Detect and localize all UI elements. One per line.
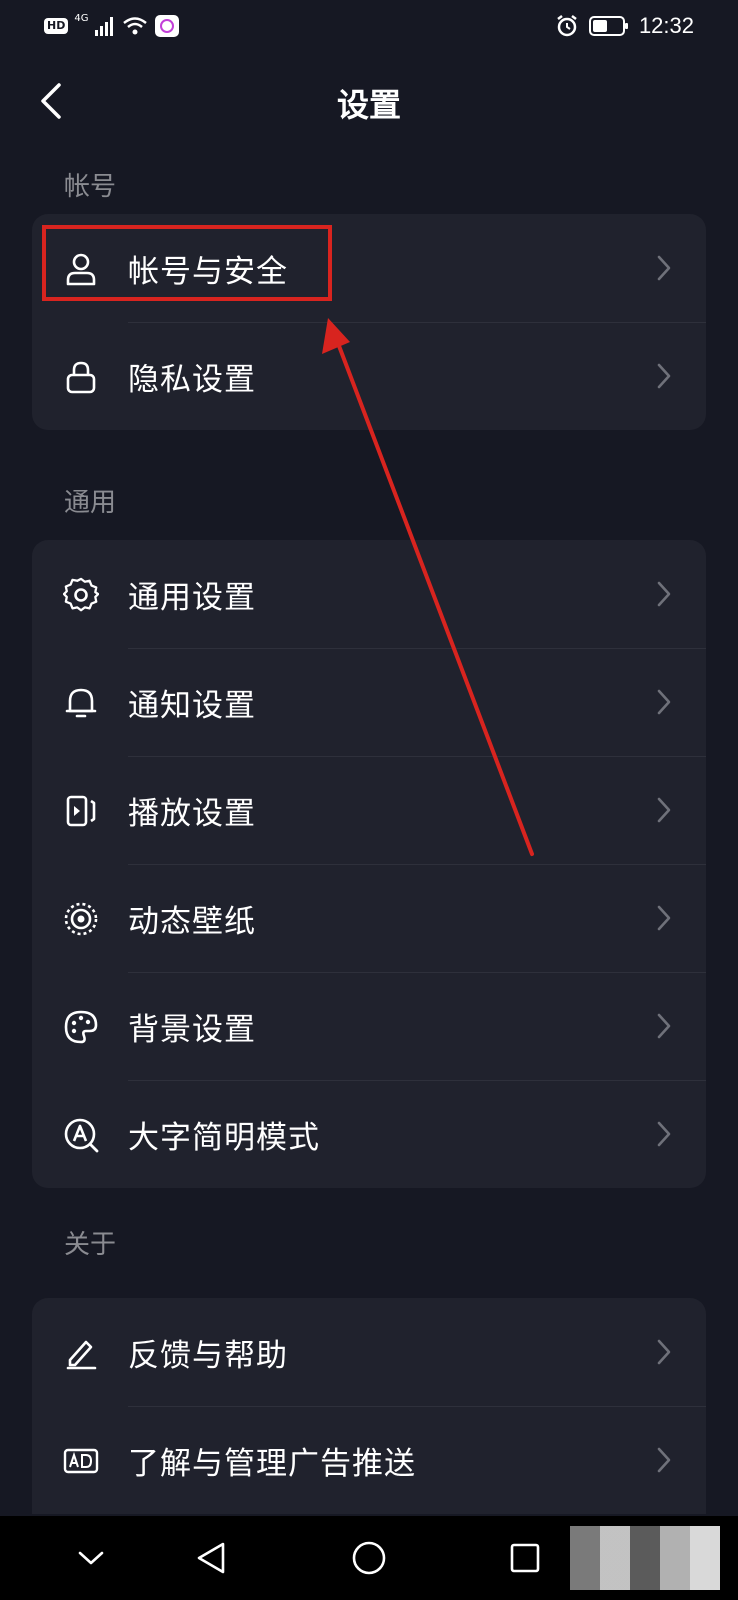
row-label: 动态壁纸 <box>128 903 256 940</box>
battery-icon <box>588 16 628 36</box>
square-recents-icon <box>510 1543 540 1573</box>
chevron-right-icon <box>657 905 671 931</box>
settings-row-live-wallpaper[interactable]: 动态壁纸 <box>32 864 706 972</box>
status-bar: HD 4G 12:32 <box>0 0 738 52</box>
settings-row-background[interactable]: 背景设置 <box>32 972 706 1080</box>
nav-back-button[interactable] <box>186 1536 236 1580</box>
palette-icon <box>62 1008 100 1046</box>
chevron-right-icon <box>657 1339 671 1365</box>
about-card: 反馈与帮助 了解与管理广告推送 <box>32 1298 706 1514</box>
settings-row-notifications[interactable]: 通知设置 <box>32 648 706 756</box>
circle-home-icon <box>352 1541 386 1575</box>
alarm-icon <box>557 15 577 37</box>
general-card: 通用设置 通知设置 播放设置 动态壁纸 背景设置 大字简明模式 <box>32 540 706 1188</box>
settings-row-account-security[interactable]: 帐号与安全 <box>32 214 706 322</box>
account-card: 帐号与安全 隐私设置 <box>32 214 706 430</box>
settings-row-privacy[interactable]: 隐私设置 <box>32 322 706 430</box>
settings-screen: HD 4G 12:32 设置 帐号 帐号与安全 隐私设置 通用 通用设置 通知设… <box>0 0 738 1600</box>
section-label-general: 通用 <box>64 488 117 518</box>
row-label: 背景设置 <box>128 1011 256 1048</box>
app-notification-icon <box>155 15 180 37</box>
section-label-account: 帐号 <box>64 172 117 202</box>
clock: 12:32 <box>638 13 694 38</box>
ad-icon <box>62 1442 100 1480</box>
header: 设置 <box>0 62 738 142</box>
row-label: 通知设置 <box>128 687 256 724</box>
chevron-right-icon <box>657 363 671 389</box>
row-label: 隐私设置 <box>128 361 256 398</box>
hd-badge: HD <box>44 18 69 34</box>
wifi-icon <box>123 17 148 35</box>
settings-row-feedback-help[interactable]: 反馈与帮助 <box>32 1298 706 1406</box>
page-title: 设置 <box>336 86 401 124</box>
network-type: 4G <box>74 12 89 24</box>
settings-row-ad-management[interactable]: 了解与管理广告推送 <box>32 1406 706 1514</box>
status-left: HD 4G <box>44 12 180 40</box>
row-label: 通用设置 <box>128 579 256 616</box>
chevron-right-icon <box>657 255 671 281</box>
pixelated-watermark <box>570 1526 720 1590</box>
row-label: 播放设置 <box>128 795 256 832</box>
nav-recents-button[interactable] <box>500 1536 550 1580</box>
settings-row-playback[interactable]: 播放设置 <box>32 756 706 864</box>
bell-icon <box>62 684 100 722</box>
row-label: 反馈与帮助 <box>128 1337 288 1374</box>
nav-home-button[interactable] <box>344 1536 394 1580</box>
pencil-icon <box>62 1334 100 1372</box>
system-nav-bar <box>0 1516 738 1600</box>
row-label: 了解与管理广告推送 <box>128 1445 416 1482</box>
signal-icon <box>95 17 114 36</box>
section-label-about: 关于 <box>64 1230 117 1260</box>
person-icon <box>62 250 100 288</box>
large-font-icon <box>62 1116 100 1154</box>
settings-row-general[interactable]: 通用设置 <box>32 540 706 648</box>
chevron-right-icon <box>657 797 671 823</box>
status-right: 12:32 <box>555 10 694 42</box>
chevron-right-icon <box>657 581 671 607</box>
chevron-right-icon <box>657 1447 671 1473</box>
nav-collapse-button[interactable] <box>66 1536 116 1580</box>
row-label: 帐号与安全 <box>128 253 288 290</box>
triangle-back-icon <box>197 1542 225 1574</box>
play-settings-icon <box>62 792 100 830</box>
gear-icon <box>62 576 100 614</box>
live-wallpaper-icon <box>62 900 100 938</box>
chevron-right-icon <box>657 1013 671 1039</box>
settings-row-large-font-mode[interactable]: 大字简明模式 <box>32 1080 706 1188</box>
lock-icon <box>62 358 100 396</box>
row-label: 大字简明模式 <box>128 1119 320 1156</box>
chevron-right-icon <box>657 689 671 715</box>
chevron-right-icon <box>657 1121 671 1147</box>
chevron-down-icon <box>78 1551 104 1565</box>
